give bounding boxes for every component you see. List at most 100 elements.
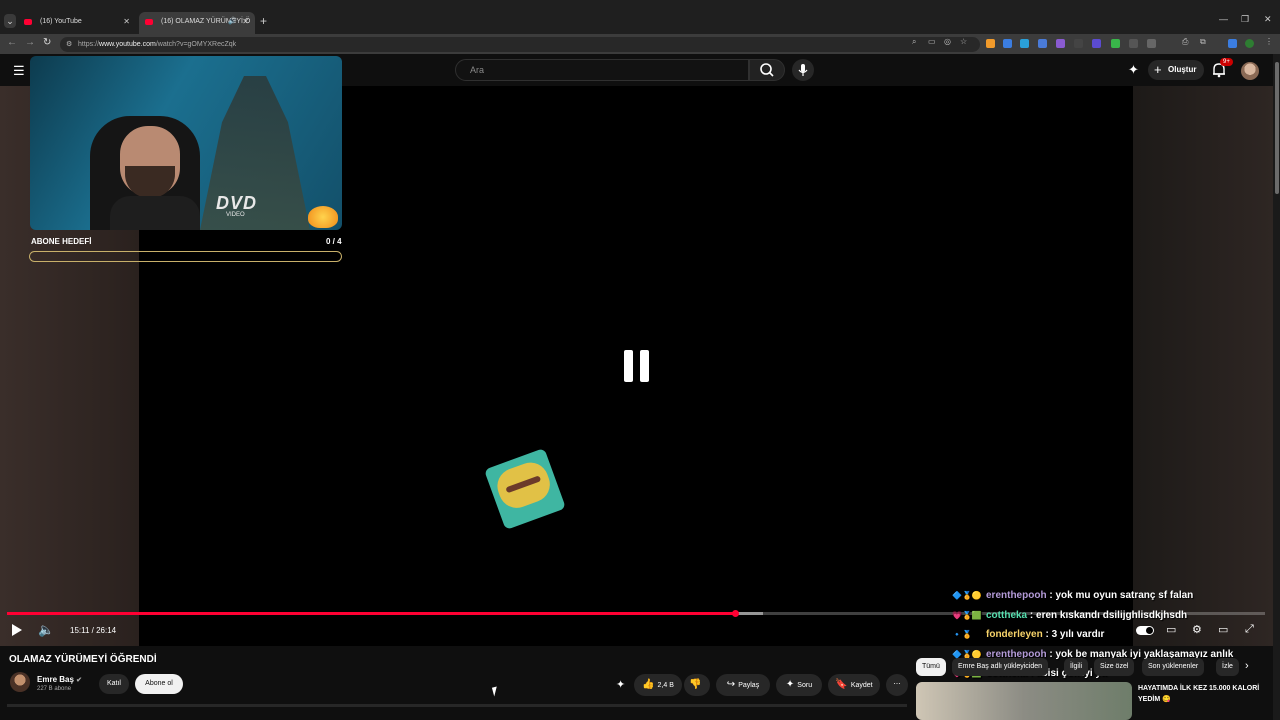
back-icon[interactable]: ← [7, 37, 17, 48]
hide-icon[interactable]: ◎ [944, 37, 951, 46]
tab-current-video[interactable]: (16) OLAMAZ YÜRÜMEYİ Ö 🔊 ✕ [139, 12, 255, 34]
extension-icon[interactable] [1020, 39, 1029, 48]
dvd-logo-subtext: VIDEO [226, 212, 245, 218]
channel-name: Emre Baş [37, 675, 74, 684]
chip-all[interactable]: Tümü [916, 658, 946, 676]
voice-search-button[interactable] [792, 59, 814, 81]
chip-from-uploader[interactable]: Emre Baş adlı yükleyiciden [952, 658, 1049, 676]
channel-avatar[interactable] [10, 672, 30, 692]
extension-icon[interactable] [1003, 39, 1012, 48]
print-icon[interactable]: ⎙ [1182, 37, 1188, 47]
chat-message: 🔷🏅🟡 erenthepooh : yok mu oyun satranç sf … [952, 590, 1272, 610]
plus-icon: + [1154, 62, 1162, 77]
extension-icon[interactable] [1129, 39, 1138, 48]
thumbs-down-icon: 👎 [689, 679, 702, 690]
new-tab-button[interactable]: + [260, 14, 267, 28]
time-display: 15:11 / 26:14 [70, 626, 117, 635]
chat-message: 🔹🏅 fonderleyen : 3 yılı vardır [952, 629, 1272, 649]
url-prefix: https:// [78, 41, 100, 48]
subscribe-button[interactable]: Abone ol [135, 674, 183, 694]
extension-icon[interactable] [1038, 39, 1047, 48]
verified-check-icon: ✔ [76, 677, 83, 684]
chip-recently-uploaded[interactable]: Son yüklenenler [1142, 658, 1205, 676]
progress-played [7, 612, 736, 615]
premium-sparkle-icon[interactable]: ✦ [616, 678, 625, 691]
url-host: www.youtube.com [99, 41, 156, 48]
create-label: Oluştur [1168, 65, 1197, 74]
url-path: /watch?v=gOMYXRecZqk [155, 41, 237, 48]
browser-menu-icon[interactable]: ⋮ [1265, 37, 1273, 46]
volume-icon[interactable]: 🔈 [38, 622, 54, 638]
subscriber-goal-label: ABONE HEDEFİ [31, 237, 92, 246]
speaker-icon[interactable]: 🔊 [228, 12, 237, 32]
chat-username: cottheka [986, 609, 1028, 621]
browser-tab-bar: ⌄ (16) YouTube ✕ (16) OLAMAZ YÜRÜMEYİ Ö … [0, 0, 1280, 34]
more-actions-button[interactable]: ⋯ [886, 674, 908, 696]
ask-button[interactable]: ✦ Soru [776, 674, 822, 696]
tab-search-button[interactable]: ⌄ [4, 14, 16, 28]
chevron-right-icon[interactable]: › [1245, 660, 1249, 672]
search-input[interactable]: Ara [455, 59, 749, 81]
ambient-right-panel [1133, 86, 1273, 646]
reload-icon[interactable]: ↻ [43, 37, 51, 48]
extension-icon[interactable] [1074, 39, 1083, 48]
minimize-icon[interactable]: — [1219, 14, 1228, 24]
search-button[interactable] [749, 59, 785, 81]
zoom-icon[interactable]: ⌕ [912, 37, 916, 47]
chat-username: erenthepooh [986, 590, 1047, 601]
extension-icon[interactable] [1147, 39, 1156, 48]
extension-icon[interactable] [1092, 39, 1101, 48]
like-button[interactable]: 👍 2,4 B [634, 674, 682, 696]
close-window-icon[interactable]: ✕ [1264, 14, 1272, 25]
join-button[interactable]: Katıl [99, 674, 129, 694]
chat-message: 💗🏅🟩 cottheka : eren kıskandı dsilijghlisd… [952, 610, 1272, 630]
extension-icon[interactable] [1228, 39, 1237, 48]
recommended-video-thumbnail[interactable] [916, 682, 1132, 720]
youtube-favicon-icon [145, 19, 153, 25]
chip-related[interactable]: İlgili [1064, 658, 1089, 676]
site-info-icon[interactable]: ⚙ [66, 37, 72, 52]
chat-text: : 3 yılı vardır [1045, 629, 1105, 640]
chip-watched[interactable]: İzle [1216, 658, 1239, 676]
bookmark-star-icon[interactable]: ☆ [960, 37, 967, 46]
horizontal-scrollbar[interactable] [7, 704, 907, 707]
play-button[interactable] [12, 624, 22, 636]
thumbs-up-icon: 👍 [642, 679, 655, 690]
chip-for-you[interactable]: Size özel [1094, 658, 1135, 676]
chat-badges-icon: 🔹🏅 [952, 630, 972, 639]
pause-icon[interactable] [624, 350, 650, 382]
account-avatar[interactable] [1241, 62, 1259, 80]
save-button[interactable]: 🔖 Kaydet [828, 674, 880, 696]
extension-icon[interactable] [1111, 39, 1120, 48]
chat-username: fonderleyen [986, 629, 1043, 640]
share-button[interactable]: ↪ Paylaş [716, 674, 770, 696]
tab-youtube-home[interactable]: (16) YouTube ✕ [18, 12, 136, 34]
notifications-badge: 9+ [1220, 58, 1233, 66]
dislike-button[interactable]: 👎 [684, 674, 710, 696]
restore-icon[interactable]: ❐ [1241, 14, 1249, 25]
more-icon: ⋯ [893, 681, 901, 688]
close-tab-icon[interactable]: ✕ [123, 12, 130, 32]
scrollbar-thumb[interactable] [1275, 62, 1279, 194]
menu-hamburger-icon[interactable]: ☰ [13, 63, 25, 79]
subscriber-count: 227 B abone [37, 686, 72, 692]
extension-icon[interactable] [1056, 39, 1065, 48]
browser-toolbar: ← → ↻ ⚙ https://www.youtube.com/watch?v=… [0, 34, 1280, 54]
create-button[interactable]: + Oluştur [1148, 60, 1204, 80]
tab-label: (16) YouTube [40, 18, 82, 25]
chat-text: : yok mu oyun satranç sf falan [1049, 590, 1194, 601]
streamer-webcam: DVD VIDEO [30, 56, 342, 230]
bookmark-icon: 🔖 [835, 679, 848, 690]
extensions-puzzle-icon[interactable]: ⧉ [1200, 37, 1206, 47]
dvd-logo-text: DVD [216, 193, 258, 213]
extension-icon[interactable] [986, 39, 995, 48]
channel-name-link[interactable]: Emre Baş ✔ [37, 675, 82, 684]
progress-scrubber-handle[interactable] [732, 610, 739, 617]
forward-icon[interactable]: → [25, 37, 35, 48]
address-bar[interactable]: ⚙ https://www.youtube.com/watch?v=gOMYXR… [60, 37, 980, 52]
premium-sparkle-icon[interactable]: ✦ [1128, 62, 1139, 78]
recommended-video-title[interactable]: HAYATIMDA İLK KEZ 15.000 KALORİ YEDİM 😋 [1138, 683, 1268, 705]
close-tab-icon[interactable]: ✕ [242, 12, 249, 32]
profile-icon[interactable] [1245, 39, 1254, 48]
cast-icon[interactable]: ▭ [928, 37, 936, 46]
